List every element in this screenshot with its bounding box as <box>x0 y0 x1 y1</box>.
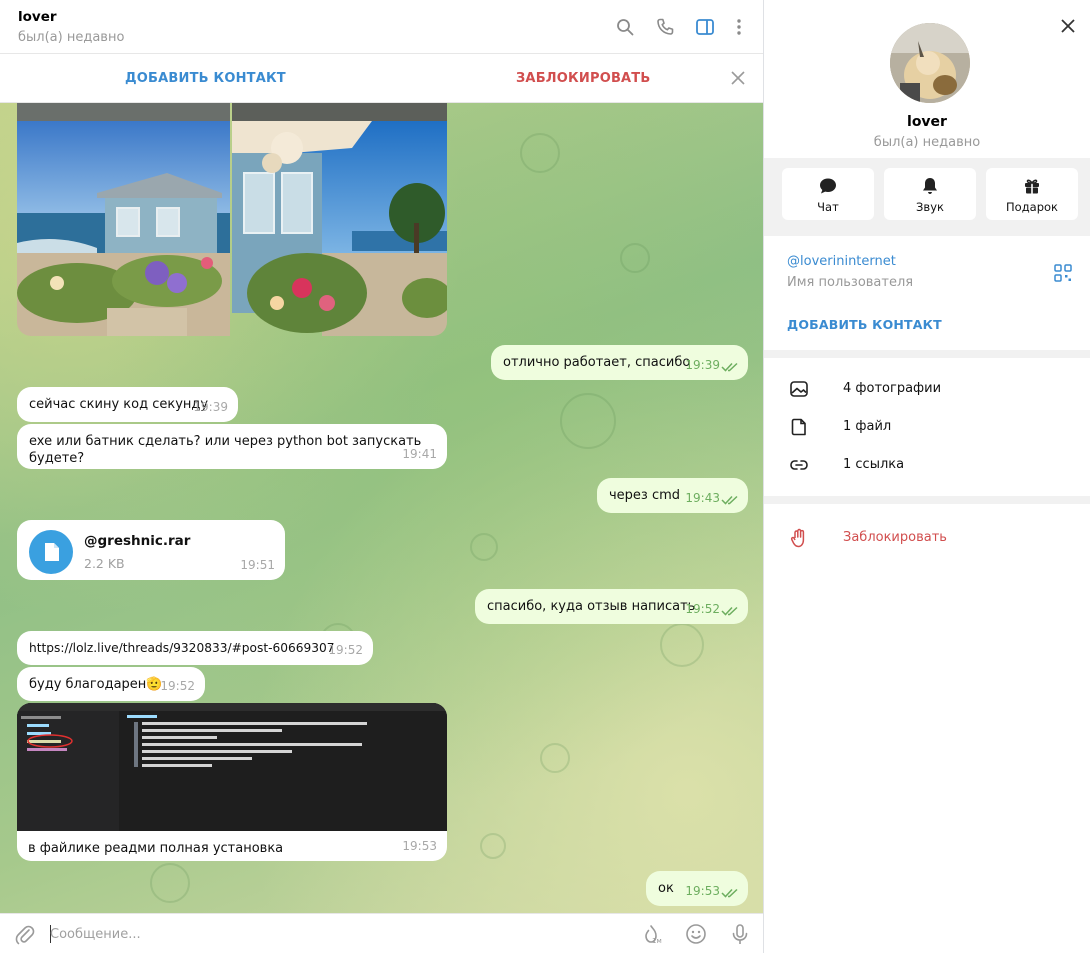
chat-status: был(а) недавно <box>18 30 125 45</box>
mute-button-label: Звук <box>916 200 944 214</box>
message-time: 19:53 <box>685 884 720 898</box>
photo-house-porch[interactable] <box>232 103 447 336</box>
photo-album[interactable] <box>17 103 447 336</box>
profile-name: lover <box>907 114 947 130</box>
message-text: ок <box>658 881 674 896</box>
photo-icon <box>790 381 808 397</box>
close-icon[interactable] <box>1060 18 1076 34</box>
message-bubble[interactable]: exe или батник сделать? или через python… <box>17 424 447 469</box>
message-bubble[interactable]: сейчас скину код секунду 19:39 <box>17 387 238 422</box>
profile-status: был(а) недавно <box>873 135 981 150</box>
link-icon <box>790 460 808 470</box>
microphone-icon[interactable] <box>729 923 751 945</box>
media-files-row[interactable]: 1 файл <box>764 408 1090 446</box>
search-icon[interactable] <box>615 17 635 37</box>
chat-panel: lover был(а) недавно ДОБАВИТЬ КОНТАКТ ЗА… <box>0 0 764 953</box>
message-time: 19:51 <box>240 558 275 572</box>
message-time: 19:39 <box>685 358 720 372</box>
message-time: 19:52 <box>685 602 720 616</box>
file-name[interactable]: @greshnic.rar <box>84 533 190 550</box>
message-time: 19:53 <box>402 839 437 853</box>
self-destruct-timer-icon[interactable]: 1м <box>640 923 662 945</box>
qr-code-icon[interactable] <box>1054 264 1072 282</box>
message-bubble[interactable]: буду благодарен🫡 19:52 <box>17 667 205 701</box>
block-user-row[interactable]: Заблокировать <box>764 519 1090 557</box>
message-list[interactable]: отлично работает, спасибо 19:39 сейчас с… <box>0 103 763 913</box>
block-user-label: Заблокировать <box>843 530 947 545</box>
more-vertical-icon[interactable] <box>729 17 749 37</box>
gift-icon <box>1025 179 1039 194</box>
media-links-label: 1 ссылка <box>843 457 905 472</box>
chat-header: lover был(а) недавно <box>0 0 763 54</box>
message-text: через cmd <box>609 488 681 503</box>
gift-button-label: Подарок <box>1006 200 1058 214</box>
file-icon <box>791 418 806 436</box>
message-bubble[interactable]: через cmd 19:43 <box>597 478 748 513</box>
read-ticks-icon <box>721 888 738 898</box>
read-ticks-icon <box>721 362 738 372</box>
file-size: 2.2 KB <box>84 556 125 571</box>
contact-action-bar: ДОБАВИТЬ КОНТАКТ ЗАБЛОКИРОВАТЬ <box>0 55 763 103</box>
hand-stop-icon <box>790 528 805 548</box>
avatar[interactable] <box>890 23 970 103</box>
paperclip-icon[interactable] <box>14 924 36 946</box>
sidebar-toggle-icon[interactable] <box>695 17 715 37</box>
username-label: Имя пользователя <box>787 275 914 290</box>
add-contact-button[interactable]: ДОБАВИТЬ КОНТАКТ <box>125 55 286 103</box>
code-editor-screenshot[interactable] <box>17 703 447 831</box>
message-bubble[interactable]: отлично работает, спасибо 19:39 <box>491 345 748 380</box>
mute-button[interactable]: Звук <box>884 168 976 220</box>
message-text: exe или батник сделать? или через python… <box>29 434 422 466</box>
chat-button[interactable]: Чат <box>782 168 874 220</box>
close-icon[interactable] <box>731 71 745 85</box>
bell-icon <box>923 178 937 194</box>
emoji-icon[interactable] <box>685 923 707 945</box>
message-link[interactable]: https://lolz.live/threads/9320833/#post-… <box>29 641 335 655</box>
message-bubble[interactable]: https://lolz.live/threads/9320833/#post-… <box>17 631 373 665</box>
message-bubble[interactable]: ок 19:53 <box>646 871 748 906</box>
message-composer: 1м <box>0 913 763 953</box>
profile-panel: lover был(а) недавно Чат Звук Подарок @l… <box>764 0 1090 953</box>
section-divider <box>764 496 1090 504</box>
message-time: 19:52 <box>160 679 195 693</box>
media-photos-row[interactable]: 4 фотографии <box>764 370 1090 408</box>
chat-button-label: Чат <box>817 200 839 214</box>
message-input[interactable] <box>50 922 610 946</box>
message-time: 19:52 <box>328 643 363 657</box>
chat-bubble-icon <box>820 178 836 194</box>
read-ticks-icon <box>721 606 738 616</box>
phone-icon[interactable] <box>655 17 675 37</box>
message-text: отлично работает, спасибо <box>503 355 691 370</box>
message-time: 19:39 <box>193 400 228 414</box>
file-icon[interactable] <box>29 530 73 574</box>
read-ticks-icon <box>721 495 738 505</box>
svg-text:1м: 1м <box>652 937 662 945</box>
gift-button[interactable]: Подарок <box>986 168 1078 220</box>
file-message[interactable]: @greshnic.rar 2.2 KB 19:51 <box>17 520 285 580</box>
message-text: в файлике реадми полная установка <box>28 841 284 856</box>
block-button[interactable]: ЗАБЛОКИРОВАТЬ <box>516 55 651 103</box>
media-links-row[interactable]: 1 ссылка <box>764 446 1090 484</box>
media-photos-label: 4 фотографии <box>843 381 942 396</box>
message-text: сейчас скину код секунду <box>29 397 209 412</box>
profile-actions: Чат Звук Подарок <box>764 158 1090 236</box>
message-time: 19:43 <box>685 491 720 505</box>
image-message[interactable]: в файлике реадми полная установка 19:53 <box>17 703 447 861</box>
media-files-label: 1 файл <box>843 419 892 434</box>
photo-house-sea[interactable] <box>17 103 230 336</box>
username-link[interactable]: @loverininternet <box>787 254 896 269</box>
profile-info: @loverininternet Имя пользователя ДОБАВИ… <box>764 236 1090 350</box>
chat-title[interactable]: lover <box>18 9 57 25</box>
message-text: спасибо, куда отзыв написать <box>487 599 696 614</box>
add-contact-button[interactable]: ДОБАВИТЬ КОНТАКТ <box>787 317 942 332</box>
section-divider <box>764 350 1090 358</box>
message-bubble[interactable]: спасибо, куда отзыв написать 19:52 <box>475 589 748 624</box>
message-time: 19:41 <box>402 447 437 461</box>
message-text: буду благодарен🫡 <box>29 677 163 692</box>
